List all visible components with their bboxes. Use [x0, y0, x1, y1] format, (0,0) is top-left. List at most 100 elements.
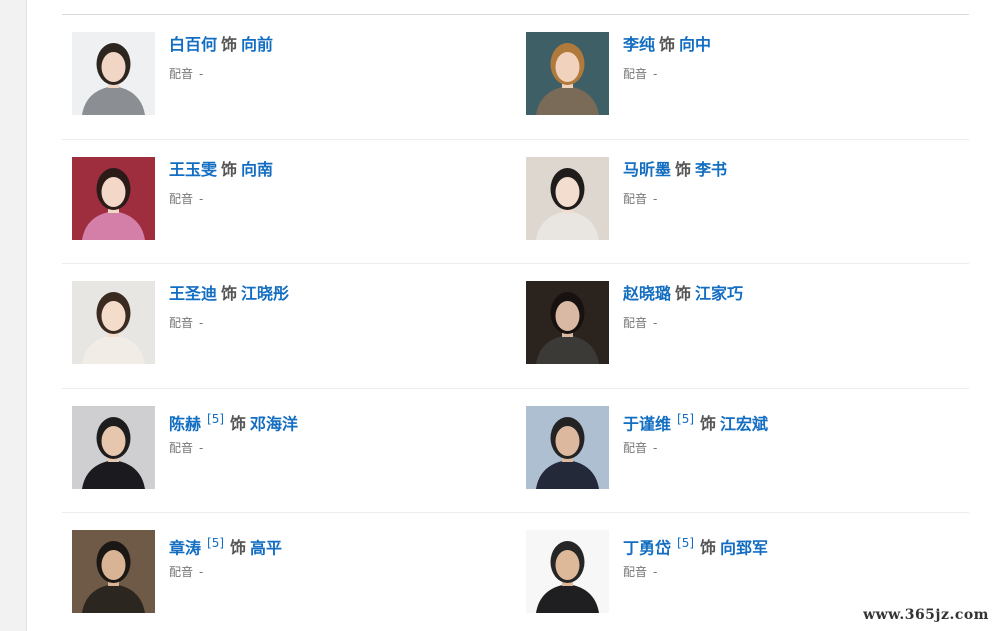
- voice-label: 配音: [169, 316, 194, 330]
- actor-photo[interactable]: [526, 157, 609, 240]
- voice-actor-line: 配音 -: [623, 439, 657, 456]
- voice-value: -: [199, 67, 204, 81]
- voice-value: -: [199, 565, 204, 579]
- voice-label: 配音: [623, 316, 648, 330]
- voice-label: 配音: [169, 67, 194, 81]
- actor-name-link[interactable]: 赵晓璐: [623, 284, 671, 303]
- portrait-image: [526, 157, 609, 240]
- voice-actor-line: 配音 -: [169, 439, 203, 456]
- portrait-image: [526, 281, 609, 364]
- role-name-link[interactable]: 江宏斌: [720, 414, 768, 433]
- role-name-link[interactable]: 向中: [679, 35, 711, 54]
- as-label: 饰: [221, 35, 238, 54]
- actor-photo[interactable]: [526, 530, 609, 613]
- cast-name-line: 于谨维 [5] 饰江宏斌: [623, 408, 768, 435]
- actor-name-link[interactable]: 于谨维: [623, 414, 671, 433]
- citation-ref[interactable]: [5]: [677, 536, 694, 550]
- voice-value: -: [653, 441, 658, 455]
- role-name-link[interactable]: 高平: [250, 538, 282, 557]
- cast-name-line: 赵晓璐饰江家巧: [623, 283, 743, 305]
- role-name-link[interactable]: 向南: [241, 160, 273, 179]
- voice-actor-line: 配音 -: [169, 314, 203, 331]
- voice-actor-line: 配音 -: [623, 65, 657, 82]
- as-label: 饰: [659, 35, 676, 54]
- actor-photo[interactable]: [72, 530, 155, 613]
- voice-value: -: [199, 192, 204, 206]
- actor-photo[interactable]: [526, 406, 609, 489]
- actor-name-link[interactable]: 白百何: [169, 35, 217, 54]
- voice-actor-line: 配音 -: [169, 563, 203, 580]
- actor-name-link[interactable]: 章涛: [169, 538, 201, 557]
- actor-name-link[interactable]: 马昕墨: [623, 160, 671, 179]
- actor-name-link[interactable]: 李纯: [623, 35, 655, 54]
- voice-value: -: [653, 192, 658, 206]
- portrait-image: [526, 32, 609, 115]
- role-name-link[interactable]: 江家巧: [695, 284, 743, 303]
- role-name-link[interactable]: 邓海洋: [250, 414, 298, 433]
- row-divider: [62, 263, 969, 264]
- as-label: 饰: [675, 160, 692, 179]
- portrait-image: [526, 530, 609, 613]
- cast-card: 陈赫 [5] 饰邓海洋 配音 -: [72, 406, 492, 496]
- cast-name-line: 章涛 [5] 饰高平: [169, 532, 282, 559]
- portrait-image: [72, 281, 155, 364]
- voice-label: 配音: [169, 192, 194, 206]
- actor-photo[interactable]: [526, 32, 609, 115]
- actor-photo[interactable]: [72, 157, 155, 240]
- role-name-link[interactable]: 向郅军: [720, 538, 768, 557]
- cast-name-line: 丁勇岱 [5] 饰向郅军: [623, 532, 768, 559]
- portrait-image: [526, 406, 609, 489]
- actor-name-link[interactable]: 王圣迪: [169, 284, 217, 303]
- cast-card: 章涛 [5] 饰高平 配音 -: [72, 530, 492, 620]
- as-label: 饰: [221, 284, 238, 303]
- citation-ref[interactable]: [5]: [207, 536, 224, 550]
- voice-actor-line: 配音 -: [623, 314, 657, 331]
- voice-value: -: [199, 441, 204, 455]
- cast-card: 白百何饰向前 配音 -: [72, 32, 492, 122]
- voice-label: 配音: [169, 441, 194, 455]
- row-divider: [62, 388, 969, 389]
- actor-photo[interactable]: [72, 32, 155, 115]
- cast-card: 李纯饰向中 配音 -: [526, 32, 946, 122]
- portrait-image: [72, 32, 155, 115]
- row-divider: [62, 139, 969, 140]
- voice-actor-line: 配音 -: [623, 563, 657, 580]
- as-label: 饰: [700, 414, 717, 434]
- portrait-image: [72, 530, 155, 613]
- cast-card: 于谨维 [5] 饰江宏斌 配音 -: [526, 406, 946, 496]
- actor-photo[interactable]: [526, 281, 609, 364]
- cast-name-line: 李纯饰向中: [623, 34, 711, 56]
- cast-card: 马昕墨饰李书 配音 -: [526, 157, 946, 247]
- cast-name-line: 马昕墨饰李书: [623, 159, 727, 181]
- actor-photo[interactable]: [72, 406, 155, 489]
- portrait-image: [72, 157, 155, 240]
- role-name-link[interactable]: 江晓彤: [241, 284, 289, 303]
- citation-ref[interactable]: [5]: [677, 412, 694, 426]
- cast-card: 王玉雯饰向南 配音 -: [72, 157, 492, 247]
- cast-name-line: 王玉雯饰向南: [169, 159, 273, 181]
- portrait-image: [72, 406, 155, 489]
- citation-ref[interactable]: [5]: [207, 412, 224, 426]
- voice-value: -: [653, 565, 658, 579]
- actor-name-link[interactable]: 丁勇岱: [623, 538, 671, 557]
- actor-name-link[interactable]: 王玉雯: [169, 160, 217, 179]
- cast-name-line: 白百何饰向前: [169, 34, 273, 56]
- role-name-link[interactable]: 向前: [241, 35, 273, 54]
- voice-label: 配音: [623, 67, 648, 81]
- role-name-link[interactable]: 李书: [695, 160, 727, 179]
- cast-card: 王圣迪饰江晓彤 配音 -: [72, 281, 492, 371]
- voice-actor-line: 配音 -: [623, 190, 657, 207]
- as-label: 饰: [675, 284, 692, 303]
- as-label: 饰: [221, 160, 238, 179]
- voice-label: 配音: [169, 565, 194, 579]
- cast-name-line: 王圣迪饰江晓彤: [169, 283, 289, 305]
- actor-name-link[interactable]: 陈赫: [169, 414, 201, 433]
- top-divider: [62, 14, 969, 15]
- cast-card: 赵晓璐饰江家巧 配音 -: [526, 281, 946, 371]
- actor-photo[interactable]: [72, 281, 155, 364]
- row-divider: [62, 512, 969, 513]
- voice-actor-line: 配音 -: [169, 65, 203, 82]
- voice-label: 配音: [623, 192, 648, 206]
- voice-value: -: [199, 316, 204, 330]
- cast-name-line: 陈赫 [5] 饰邓海洋: [169, 408, 298, 435]
